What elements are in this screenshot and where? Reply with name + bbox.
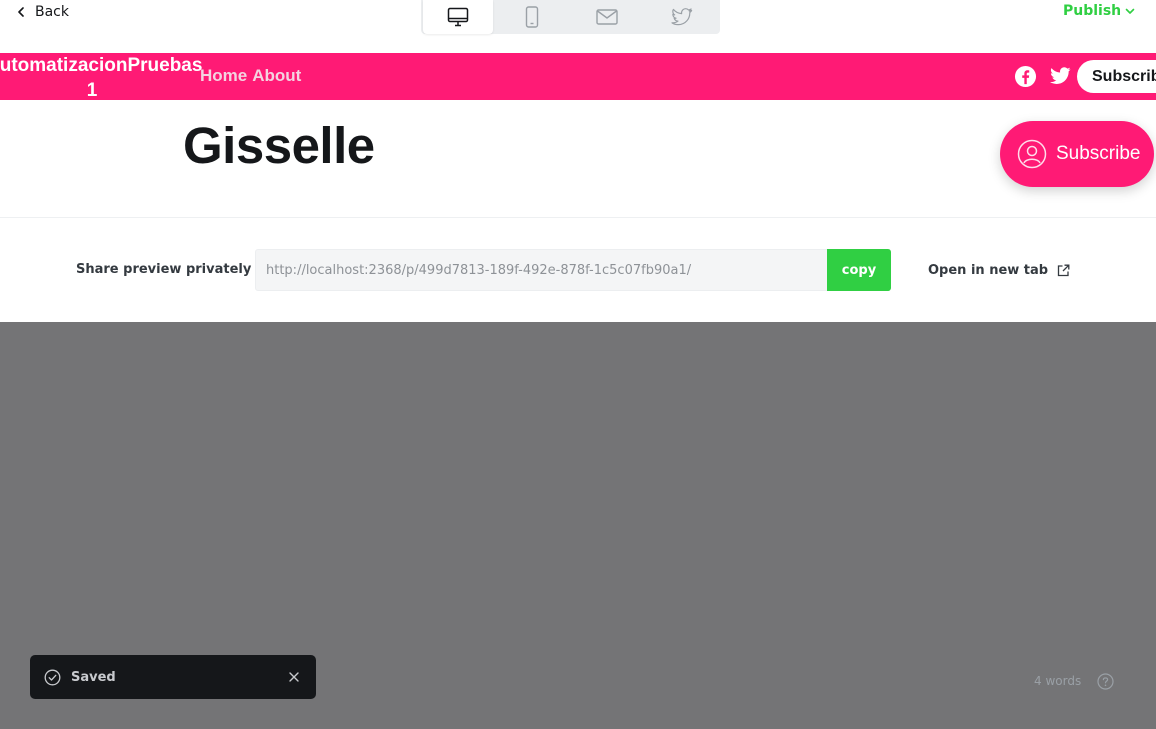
mobile-icon: [526, 6, 539, 28]
twitter-icon[interactable]: [1049, 65, 1072, 88]
help-icon[interactable]: [1097, 673, 1114, 690]
saved-notification-label: Saved: [71, 669, 116, 685]
saved-notification: Saved: [30, 655, 316, 699]
external-link-icon: [1057, 264, 1070, 277]
twitter-icon: [671, 7, 693, 25]
user-icon: [1017, 139, 1047, 169]
chevron-down-icon: [1125, 8, 1135, 14]
floating-subscribe-label: Subscribe: [1056, 143, 1141, 164]
facebook-icon[interactable]: [1014, 65, 1037, 88]
preview-url-field[interactable]: http://localhost:2368/p/499d7813-189f-49…: [255, 249, 828, 291]
copy-url-button[interactable]: copy: [827, 249, 891, 291]
email-preview-button[interactable]: [570, 0, 645, 34]
floating-subscribe-button[interactable]: Subscribe: [1000, 121, 1154, 187]
nav-link-home[interactable]: Home: [200, 66, 247, 86]
twitter-preview-button[interactable]: [645, 0, 720, 34]
close-icon[interactable]: [287, 670, 301, 684]
word-count: 4 words: [1034, 674, 1082, 688]
share-preview-bar: Share preview privately http://localhost…: [0, 218, 1156, 322]
back-label: Back: [35, 4, 69, 20]
header-subscribe-button[interactable]: Subscribe: [1077, 60, 1156, 93]
nav-link-about[interactable]: About: [252, 66, 301, 86]
site-nav: Home About: [200, 66, 301, 86]
post-title: Gisselle: [183, 117, 375, 174]
site-title[interactable]: AutomatizacionPruebas 1: [0, 53, 202, 100]
site-header: AutomatizacionPruebas 1 Home About Subsc…: [0, 53, 1156, 100]
post-hero: Gisselle Subscribe: [0, 100, 1156, 218]
social-links: [1014, 65, 1072, 88]
desktop-preview-button[interactable]: [423, 0, 493, 34]
check-circle-icon: [44, 669, 61, 685]
editor-top-bar: Back Publish: [0, 0, 1156, 53]
open-in-new-tab-link[interactable]: Open in new tab: [928, 263, 1070, 278]
chevron-left-icon: [18, 7, 24, 17]
share-preview-label: Share preview privately: [76, 262, 252, 277]
open-in-new-tab-label: Open in new tab: [928, 263, 1049, 278]
back-button[interactable]: Back: [17, 3, 69, 21]
mobile-preview-button[interactable]: [495, 0, 570, 34]
email-icon: [596, 9, 618, 25]
header-subscribe-label: Subscribe: [1092, 67, 1156, 85]
publish-menu-button[interactable]: Publish: [1063, 3, 1135, 19]
preview-device-switcher: [421, 0, 720, 34]
publish-label: Publish: [1063, 3, 1122, 19]
desktop-icon: [447, 7, 469, 27]
